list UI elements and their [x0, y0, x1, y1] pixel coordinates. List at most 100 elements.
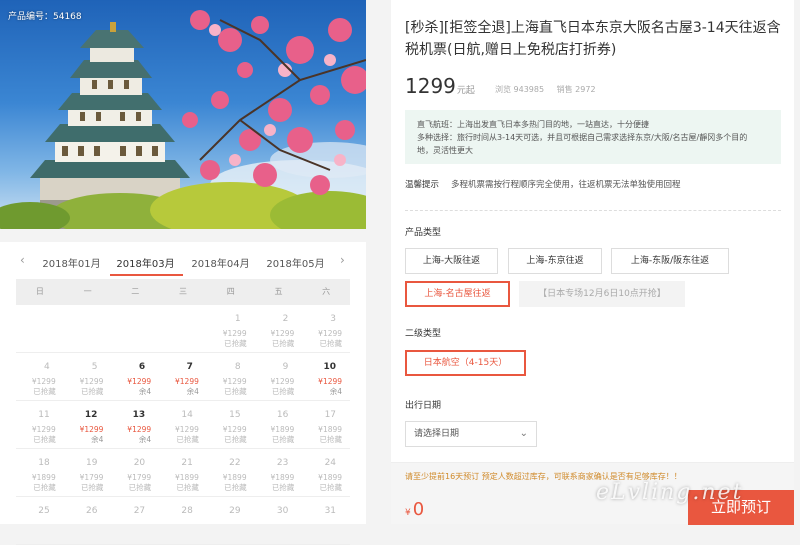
calendar-day-cell: 8 ¥1299 已抢藏	[207, 353, 255, 400]
tips-label: 温馨提示	[405, 180, 440, 190]
day-price: ¥1899	[222, 473, 247, 482]
weekday-label: 四	[226, 287, 235, 296]
day-number: 7	[186, 362, 193, 372]
calendar-day-cell: 18 ¥1899 已抢藏	[16, 449, 64, 496]
product-price: 1299元起	[405, 74, 475, 98]
month-tabs: ‹ 2018年01月 2018年03月 2018年04月 2018年05月 ›	[0, 242, 366, 278]
calendar-day-cell: 2 ¥1299 已抢藏	[255, 305, 303, 352]
calendar-day-cell: 21 ¥1899 已抢藏	[159, 449, 207, 496]
day-number: 17	[324, 410, 337, 420]
calendar-day-cell[interactable]: 12 ¥1299 余4	[64, 401, 112, 448]
tips-text: 多程机票需按行程顺序完全使用，往返机票无法单独使用回程	[451, 180, 681, 190]
calendar-day-cell: 27	[111, 497, 159, 544]
day-stock: 已抢藏	[33, 435, 56, 444]
calendar-day-cell: 17 ¥1899 已抢藏	[302, 401, 350, 448]
date-calendar: ‹ 2018年01月 2018年03月 2018年04月 2018年05月 › …	[0, 242, 366, 545]
day-stock: 余4	[186, 387, 199, 396]
day-stock: 已抢藏	[80, 483, 104, 492]
weekday-label: 五	[274, 287, 283, 296]
travel-date-label: 出行日期	[405, 401, 442, 411]
month-tab[interactable]: 2018年01月	[34, 255, 109, 270]
calendar-day-cell[interactable]: 13 ¥1299 余4	[111, 401, 159, 448]
chevron-right-icon[interactable]: ›	[340, 253, 345, 267]
day-stock: 余4	[138, 387, 152, 396]
day-number: 12	[84, 410, 98, 420]
day-stock: 已抢藏	[224, 387, 247, 396]
calendar-day-cell: 14 ¥1299 已抢藏	[159, 401, 207, 448]
type-option-tokyo-osaka[interactable]: 上海-东阪/阪东往返	[611, 248, 729, 274]
day-price: ¥1299	[79, 377, 104, 386]
month-tab[interactable]: 2018年05月	[258, 255, 333, 270]
sales-count: 销售 2972	[556, 85, 596, 94]
calendar-day-cell[interactable]: 7 ¥1299 余4	[159, 353, 207, 400]
day-number: 27	[133, 506, 146, 516]
product-photo: 产品编号：54168	[0, 0, 366, 229]
calendar-day-cell: 22 ¥1899 已抢藏	[207, 449, 255, 496]
day-price: ¥1299	[79, 425, 104, 434]
total-price: ¥0	[405, 499, 424, 520]
day-stock: 已抢藏	[271, 483, 295, 492]
chevron-left-icon[interactable]: ‹	[20, 253, 25, 267]
feature-notice: 直飞航班：上海出发直飞日本多热门目的地，一站直达，十分便捷 多种选择：旅行时间从…	[405, 110, 781, 164]
product-detail-panel: [秒杀][拒签全退]上海直飞日本东京大阪名古屋3-14天往返含税机票(日航,赠日…	[391, 0, 794, 525]
day-price: ¥1299	[31, 377, 56, 386]
day-price: ¥1299	[222, 425, 247, 434]
calendar-day-cell: 15 ¥1299 已抢藏	[207, 401, 255, 448]
type-option-osaka[interactable]: 上海-大阪往返	[405, 248, 498, 274]
day-number: 2	[282, 314, 289, 324]
date-placeholder: 请选择日期	[414, 429, 460, 439]
day-stock: 已抢藏	[271, 435, 295, 444]
calendar-day-cell[interactable]: 6 ¥1299 余4	[111, 353, 159, 400]
day-price: ¥1299	[222, 329, 247, 338]
day-stock: 已抢藏	[128, 483, 152, 492]
type-option-japan-special-disabled: 【日本专场12月6日10点开抢】	[519, 281, 685, 307]
sub-type-option-selected[interactable]: 日本航空（4-15天）	[405, 350, 526, 376]
day-number: 20	[133, 458, 146, 468]
sub-type-label: 二级类型	[405, 329, 442, 339]
day-number: 14	[181, 410, 193, 420]
day-price: ¥1899	[175, 473, 199, 482]
day-price: ¥1899	[31, 473, 56, 482]
travel-date-select[interactable]: 请选择日期 ⌄	[405, 421, 537, 447]
day-stock: 余4	[138, 435, 152, 444]
day-stock: 已抢藏	[176, 435, 199, 444]
day-number: 1	[234, 314, 241, 324]
total-value: 0	[412, 499, 425, 520]
month-tab[interactable]: 2018年04月	[183, 255, 258, 270]
day-price: ¥1899	[318, 425, 343, 434]
day-number: 6	[138, 362, 146, 372]
calendar-week-row: 18 ¥1899 已抢藏 19 ¥1799 已抢藏 20 ¥1799 已抢藏 21 ¥1899 已抢藏…	[16, 449, 350, 497]
view-count: 浏览 943985	[495, 85, 545, 94]
day-price: ¥1299	[31, 425, 56, 434]
day-number: 24	[324, 458, 337, 468]
calendar-day-cell: 4 ¥1299 已抢藏	[16, 353, 64, 400]
weekday-label: 一	[83, 287, 92, 296]
product-title: [秒杀][拒签全退]上海直飞日本东京大阪名古屋3-14天往返含税机票(日航,赠日…	[405, 20, 781, 58]
day-number: 11	[38, 410, 50, 420]
type-option-nagoya-selected[interactable]: 上海-名古屋往返	[405, 281, 510, 307]
day-number: 28	[181, 506, 193, 516]
day-price: ¥1299	[270, 377, 295, 386]
calendar-empty-cell	[111, 305, 159, 352]
month-tab-active[interactable]: 2018年03月	[108, 255, 183, 270]
notice-line: 直飞航班：上海出发直飞日本多热门目的地，一站直达，十分便捷	[417, 120, 649, 129]
day-stock: 余4	[329, 387, 343, 396]
day-number: 31	[324, 506, 337, 516]
calendar-day-cell: 16 ¥1899 已抢藏	[255, 401, 303, 448]
osaka-castle-image	[0, 10, 366, 229]
calendar-day-cell: 1 ¥1299 已抢藏	[207, 305, 255, 352]
calendar-day-cell: 5 ¥1299 已抢藏	[64, 353, 112, 400]
product-stats: 浏览 943985 销售 2972	[495, 84, 606, 95]
day-price: ¥1899	[270, 473, 295, 482]
day-number: 25	[38, 506, 50, 516]
day-stock: 已抢藏	[319, 339, 343, 348]
calendar-day-cell[interactable]: 10 ¥1299 余4	[302, 353, 350, 400]
product-code: 产品编号：54168	[8, 12, 82, 22]
calendar-day-cell: 20 ¥1799 已抢藏	[111, 449, 159, 496]
day-stock: 已抢藏	[176, 483, 199, 492]
calendar-day-cell: 23 ¥1899 已抢藏	[255, 449, 303, 496]
type-option-tokyo[interactable]: 上海-东京往返	[508, 248, 602, 274]
day-stock: 已抢藏	[271, 339, 295, 348]
calendar-day-cell: 31	[302, 497, 350, 544]
notice-line: 地，灵活性更大	[417, 146, 473, 155]
